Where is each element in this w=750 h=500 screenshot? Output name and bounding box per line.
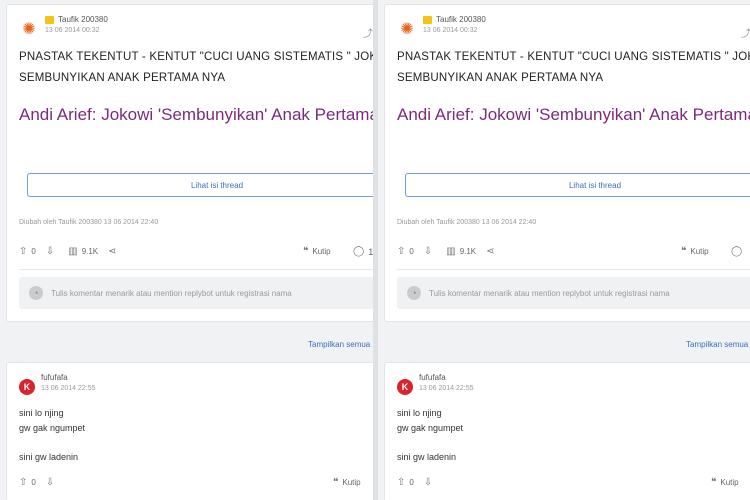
comment-card: K fufufafa 13 06 2014 22:55 sini lo njin… [384,362,750,500]
upvote-icon[interactable]: ⇧ [397,477,405,488]
quote-icon: ❝ [303,246,309,257]
show-all-link[interactable]: Tampilkan semua [686,340,748,349]
user-avatar-icon[interactable]: ✺ [397,20,417,40]
post-title-line-1: PNASTAK TEKENTUT - KENTUT "CUCI UANG SIS… [19,51,373,63]
comment-upvote-count: 0 [31,478,36,487]
post-username[interactable]: Taufik 200380 [436,15,486,24]
share-action-icon[interactable]: ⋖ [108,246,116,257]
comment-quote-button[interactable]: ❝ Kutip [711,477,739,488]
post-actions: ⇧ 0 ⇩ ▥ 9.1K ⋖ [19,246,121,257]
share-action-icon[interactable]: ⋖ [486,246,494,257]
rank-badge-icon [45,15,54,24]
comment-date: 13 06 2014 22:55 [41,385,96,392]
post-header: ✺ Taufik 200380 13 06 2014 00:32 [397,15,486,40]
post-title-line-2: SEMBUNYIKAN ANAK PERTAMA NYA [19,72,226,84]
downvote-icon[interactable]: ⇩ [424,477,432,488]
show-all-link[interactable]: Tampilkan semua [308,340,370,349]
comment-input-placeholder: Tulis komentar menarik atau mention repl… [51,288,292,298]
comment-icon: ◯ [731,246,743,257]
comment-line-3: sini gw ladenin [19,452,79,462]
upvote-count: 0 [31,247,36,256]
comment-avatar-icon: ◔ [407,286,421,300]
screenshot-panel-right: ✺ Taufik 200380 13 06 2014 00:32 ⤴ PNAST… [378,0,750,500]
comment-actions: ⇧ 0 ⇩ [19,477,58,488]
comment-input[interactable]: ◔ Tulis komentar menarik atau mention re… [19,277,373,309]
comment-line-1: sini lo njing [397,408,442,418]
comment-date: 13 06 2014 22:55 [419,385,474,392]
comment-quote-button[interactable]: ❝ Kutip [333,477,361,488]
comment-header: K fufufafa 13 06 2014 22:55 [397,373,474,395]
quote-icon: ❝ [333,477,339,488]
upvote-icon[interactable]: ⇧ [397,246,405,257]
comment-line-2: gw gak ngumpet [397,423,464,433]
quote-button[interactable]: ❝ Kutip [681,246,709,257]
downvote-icon[interactable]: ⇩ [46,477,54,488]
kaskus-avatar-icon[interactable]: K [397,379,413,395]
share-icon[interactable]: ⤴ [741,25,750,40]
quote-label: Kutip [312,247,331,256]
comment-card: K fufufafa 13 06 2014 22:55 sini lo njin… [6,362,373,500]
post-title-line-2: SEMBUNYIKAN ANAK PERTAMA NYA [397,72,604,84]
kaskus-avatar-icon[interactable]: K [19,379,35,395]
comment-text: sini lo njing gw gak ngumpet sini gw lad… [397,406,463,465]
comment-line-3: sini gw ladenin [397,452,457,462]
comment-username[interactable]: fufufafa [419,373,446,382]
rank-badge-icon [423,15,432,24]
downvote-icon[interactable]: ⇩ [424,246,432,257]
post-username[interactable]: Taufik 200380 [58,15,108,24]
comment-count[interactable]: ◯ 1 [353,246,373,257]
post-header: ✺ Taufik 200380 13 06 2014 00:32 [19,15,108,40]
view-thread-button[interactable]: Lihat isi thread [27,173,373,197]
post-title: PNASTAK TEKENTUT - KENTUT "CUCI UANG SIS… [397,47,750,89]
post-title-line-1: PNASTAK TEKENTUT - KENTUT "CUCI UANG SIS… [397,51,750,63]
view-thread-button[interactable]: Lihat isi thread [405,173,750,197]
post-date: 13 06 2014 00:32 [423,27,478,34]
divider [397,269,750,270]
quote-label: Kutip [690,247,709,256]
user-avatar-icon[interactable]: ✺ [19,20,39,40]
upvote-icon[interactable]: ⇧ [19,246,27,257]
upvote-count: 0 [409,247,414,256]
comment-actions: ⇧ 0 ⇩ [397,477,436,488]
share-icon[interactable]: ⤴ [363,25,373,40]
quote-button[interactable]: ❝ Kutip [303,246,331,257]
post-actions: ⇧ 0 ⇩ ▥ 9.1K ⋖ [397,246,499,257]
views-icon: ▥ [68,246,78,257]
comment-line-2: gw gak ngumpet [19,423,86,433]
edited-note: Diubah oleh Taufik 200380 13 06 2014 22:… [397,219,537,226]
upvote-icon[interactable]: ⇧ [19,477,27,488]
divider [19,269,373,270]
edited-note: Diubah oleh Taufik 200380 13 06 2014 22:… [19,219,159,226]
comment-upvote-count: 0 [409,478,414,487]
quote-label: Kutip [342,478,361,487]
view-count: 9.1K [459,247,477,256]
comment-avatar-icon: ◔ [29,286,43,300]
post-title: PNASTAK TEKENTUT - KENTUT "CUCI UANG SIS… [19,47,373,89]
views-icon: ▥ [446,246,456,257]
comment-text: sini lo njing gw gak ngumpet sini gw lad… [19,406,85,465]
downvote-icon[interactable]: ⇩ [46,246,54,257]
post-date: 13 06 2014 00:32 [45,27,100,34]
comment-username[interactable]: fufufafa [41,373,68,382]
linked-article-title[interactable]: Andi Arief: Jokowi 'Sembunyikan' Anak Pe… [19,105,373,125]
comment-icon: ◯ [353,246,365,257]
view-count: 9.1K [81,247,99,256]
comment-count[interactable]: ◯ [731,246,746,257]
screenshot-panel-left: ✺ Taufik 200380 13 06 2014 00:32 ⤴ PNAST… [0,0,373,500]
quote-icon: ❝ [711,477,717,488]
comment-input-placeholder: Tulis komentar menarik atau mention repl… [429,288,670,298]
linked-article-title[interactable]: Andi Arief: Jokowi 'Sembunyikan' Anak Pe… [397,105,750,125]
comment-input[interactable]: ◔ Tulis komentar menarik atau mention re… [397,277,750,309]
quote-icon: ❝ [681,246,687,257]
comment-line-1: sini lo njing [19,408,64,418]
quote-label: Kutip [720,478,739,487]
comment-header: K fufufafa 13 06 2014 22:55 [19,373,96,395]
thread-post-card: ✺ Taufik 200380 13 06 2014 00:32 ⤴ PNAST… [6,4,373,322]
thread-post-card: ✺ Taufik 200380 13 06 2014 00:32 ⤴ PNAST… [384,4,750,322]
